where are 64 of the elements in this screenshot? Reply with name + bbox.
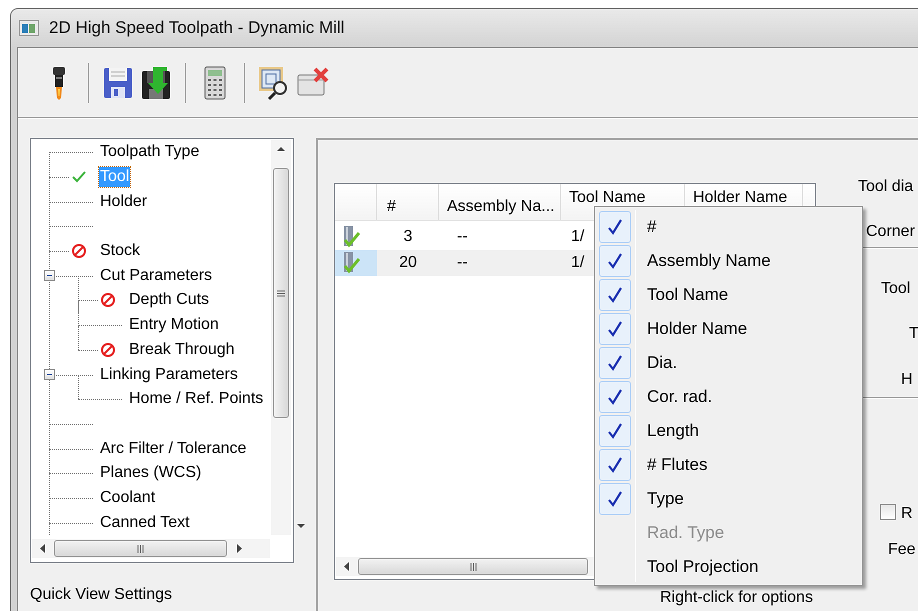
check-icon	[599, 449, 631, 481]
checkbox[interactable]	[880, 504, 896, 520]
tree-item[interactable]: Holder	[99, 192, 148, 212]
horizontal-scrollbar[interactable]	[32, 539, 270, 558]
no-entry-icon	[100, 292, 116, 308]
check-icon	[599, 415, 631, 447]
check-icon	[599, 381, 631, 413]
column-header[interactable]: Assembly Na...	[447, 198, 555, 215]
menu-item[interactable]: Holder Name	[647, 316, 748, 342]
field-label: Tool dia	[858, 177, 914, 197]
field-label: Corner	[866, 222, 915, 242]
tree-item[interactable]: Arc Filter / Tolerance	[99, 438, 248, 459]
menu-item[interactable]: Cor. rad.	[647, 384, 712, 410]
field-label: Tool	[881, 279, 910, 299]
tree-item[interactable]: Home / Ref. Points	[128, 389, 264, 410]
check-icon	[599, 245, 631, 277]
tree-item[interactable]: Linking Parameters	[99, 364, 239, 385]
tree-item[interactable]: Depth Cuts	[128, 290, 210, 310]
tree-item[interactable]: Entry Motion	[128, 315, 220, 336]
menu-item[interactable]: Dia.	[647, 350, 678, 376]
tree-item[interactable]: Cut Parameters	[99, 266, 214, 286]
check-icon	[599, 347, 631, 379]
collapse-toggle[interactable]	[44, 369, 55, 380]
menu-item[interactable]: Tool Projection	[647, 554, 759, 580]
save-download-icon[interactable]	[139, 64, 173, 100]
column-header[interactable]: #	[387, 198, 396, 215]
column-header[interactable]: Tool Name	[569, 189, 646, 206]
tree-item[interactable]: Break Through	[128, 340, 236, 360]
tree-item[interactable]: Canned Text	[99, 512, 191, 533]
checkbox-label: R	[901, 504, 913, 524]
collapse-toggle[interactable]	[44, 270, 55, 282]
section-label: Quick View Settings	[30, 586, 172, 603]
check-icon	[599, 483, 631, 515]
table-cell-text: --	[457, 253, 468, 273]
menu-item[interactable]: # Flutes	[647, 452, 708, 478]
scroll-thumb[interactable]	[358, 558, 588, 575]
app-icon	[19, 20, 39, 36]
menu-item[interactable]: Length	[647, 418, 699, 444]
menu-item[interactable]: Type	[647, 486, 684, 512]
table-cell-text: 1/	[571, 253, 584, 273]
table-cell-text: 1/	[571, 227, 584, 247]
menu-item[interactable]: Assembly Name	[647, 248, 771, 274]
field-label: Fee	[888, 540, 916, 560]
tree-item[interactable]: Coolant	[99, 488, 156, 508]
tree-item[interactable]: Planes (WCS)	[99, 463, 202, 484]
window-title: 2D High Speed Toolpath - Dynamic Mill	[49, 17, 344, 40]
scroll-thumb[interactable]	[54, 540, 227, 557]
check-icon	[71, 168, 87, 185]
scroll-thumb[interactable]	[273, 168, 289, 418]
no-entry-icon	[100, 342, 116, 358]
column-header[interactable]: Holder Name	[693, 189, 788, 206]
check-icon	[599, 211, 631, 243]
tree-item[interactable]: Toolpath Type	[99, 142, 200, 162]
table-cell-text: 20	[399, 253, 417, 273]
check-icon	[599, 279, 631, 311]
menu-item[interactable]: #	[647, 214, 656, 240]
menu-item[interactable]: Tool Name	[647, 282, 728, 308]
hint-text: Right-click for options	[660, 589, 813, 606]
no-entry-icon	[71, 242, 87, 259]
check-icon	[599, 313, 631, 345]
table-cell-text: 3	[404, 227, 412, 247]
table-cell-text: --	[457, 227, 468, 247]
tree-item[interactable]: Stock	[99, 241, 142, 262]
field-label: H	[901, 370, 913, 390]
